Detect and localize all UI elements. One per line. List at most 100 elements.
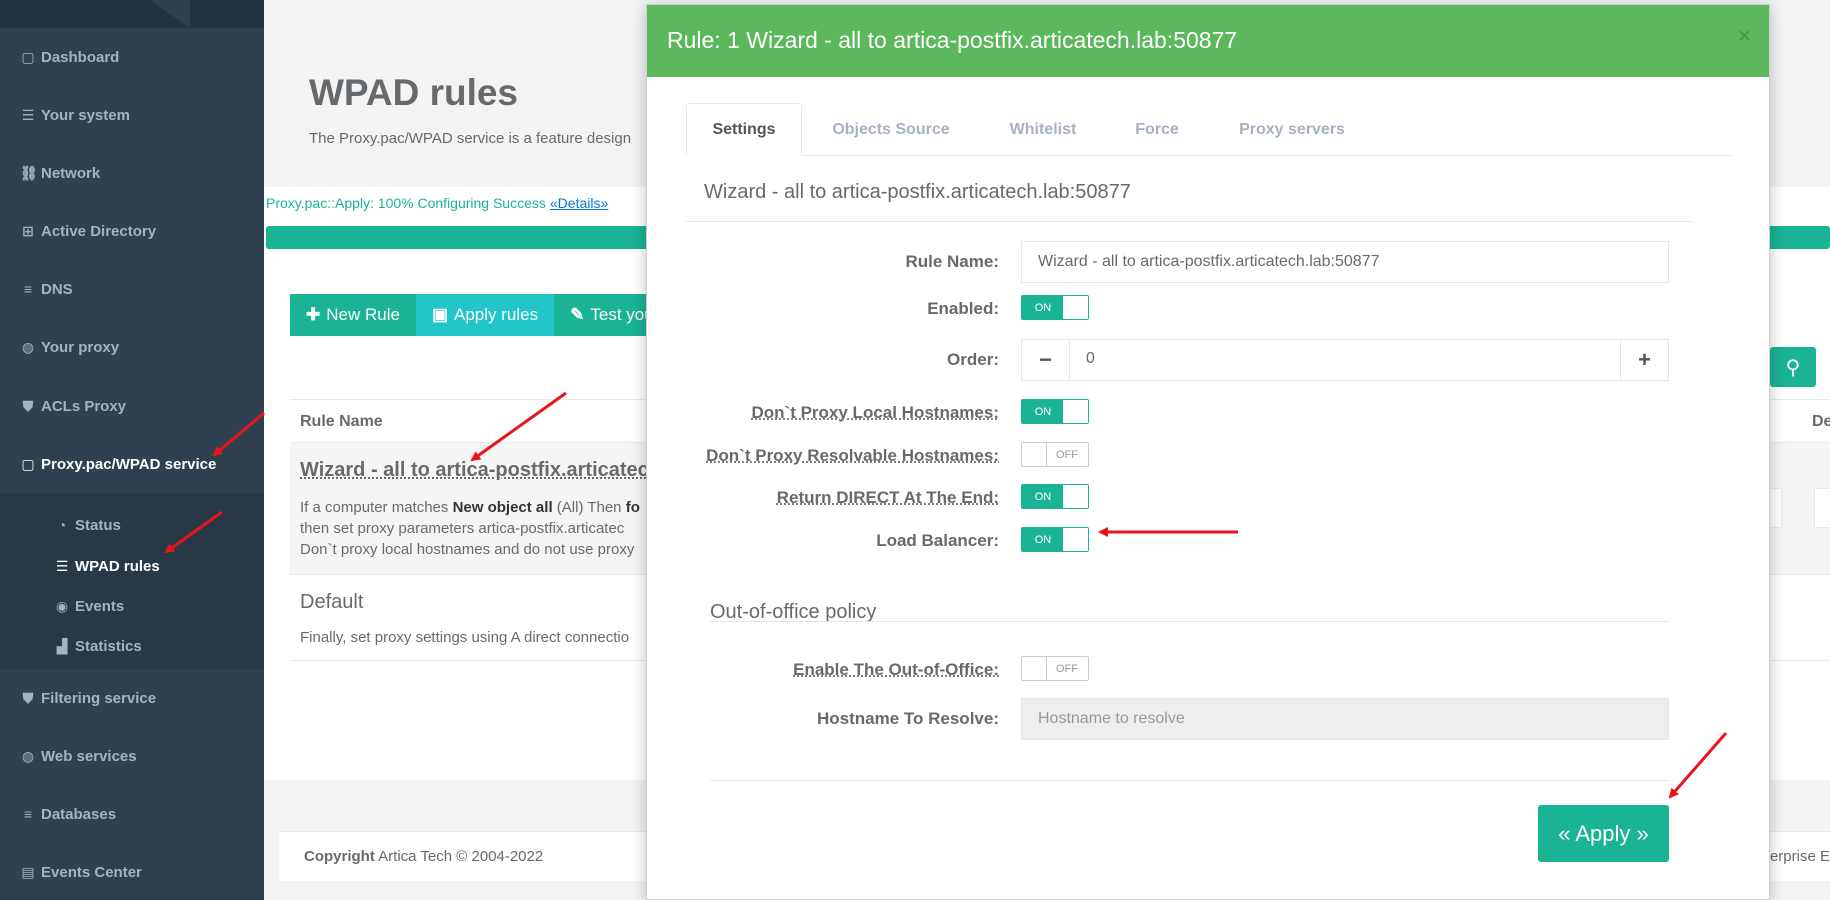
sidebar-item-your-proxy[interactable]: ◍ Your proxy	[0, 318, 264, 376]
book-icon: ▢	[21, 49, 35, 65]
dont-proxy-resolvable-label: Don`t Proxy Resolvable Hostnames:	[706, 446, 999, 465]
sidebar-subitem-status[interactable]: ◔ Status	[54, 513, 121, 537]
save-icon: ▣	[431, 305, 449, 324]
sidebar-subitem-events[interactable]: ◉ Events	[54, 594, 124, 618]
column-right: De	[1812, 413, 1830, 430]
plus-icon[interactable]: +	[1620, 340, 1668, 380]
tab-settings[interactable]: Settings	[686, 103, 802, 156]
rule-description-line: Finally, set proxy settings using A dire…	[300, 629, 630, 646]
apply-button[interactable]: « Apply »	[1538, 805, 1669, 862]
file-icon: ▤	[21, 864, 35, 880]
sidebar-item-label: Databases	[41, 805, 117, 823]
search-button[interactable]: ⚲	[1770, 347, 1816, 387]
sidebar-subnav: ◔ Status ☰ WPAD rules ◉ Events ▟ Statistics	[0, 493, 264, 669]
form-enabled: Enabled: ON	[647, 295, 1769, 322]
return-direct-toggle[interactable]: ON	[1021, 484, 1089, 509]
new-rule-button[interactable]: ✚ New Rule	[290, 294, 416, 336]
rule-name-input[interactable]: Wizard - all to artica-postfix.articatec…	[1021, 241, 1669, 283]
order-input[interactable]: 0	[1086, 350, 1095, 368]
section-title: Wizard - all to artica-postfix.articatec…	[704, 181, 1131, 203]
page-description: The Proxy.pac/WPAD service is a feature …	[309, 130, 632, 147]
shield-icon: ⛊	[22, 398, 34, 414]
close-icon[interactable]: ×	[1738, 23, 1751, 49]
divider	[686, 221, 1694, 222]
modal-header: Rule: 1 Wizard - all to artica-postfix.a…	[647, 5, 1769, 77]
sidebar-item-dns[interactable]: ≡ DNS	[0, 260, 264, 318]
form-return-direct: Return DIRECT At The End: ON	[647, 484, 1769, 511]
dont-proxy-resolvable-toggle[interactable]: OFF	[1021, 442, 1089, 467]
sidebar-item-label: Filtering service	[41, 689, 157, 707]
sidebar-item-label: Your system	[41, 106, 130, 124]
details-link[interactable]: «Details»	[550, 195, 608, 211]
new-rule-label: New Rule	[326, 305, 400, 324]
pencil-icon: ✎	[570, 305, 585, 324]
sidebar-subitem-statistics[interactable]: ▟ Statistics	[54, 634, 142, 658]
test-label: Test you	[590, 305, 654, 324]
sidebar-item-web-services[interactable]: ◍ Web services	[0, 727, 264, 785]
tab-whitelist[interactable]: Whitelist	[980, 103, 1106, 156]
list-icon: ☰	[55, 557, 69, 574]
database-icon: ≡	[23, 281, 33, 297]
divider	[710, 780, 1669, 781]
rule-name-label: Rule Name:	[905, 252, 999, 271]
sidebar-item-label: Dashboard	[41, 48, 120, 66]
form-dont-proxy-resolvable: Don`t Proxy Resolvable Hostnames: OFF	[647, 442, 1769, 469]
modal-title: Rule: 1 Wizard - all to artica-postfix.a…	[667, 27, 1238, 53]
modal-tabs: Settings Objects Source Whitelist Force …	[686, 103, 1732, 156]
tab-proxy-servers[interactable]: Proxy servers	[1208, 103, 1376, 156]
sidebar-item-proxy-pac-wpad[interactable]: ▢ Proxy.pac/WPAD service	[0, 435, 264, 493]
delete-button[interactable]	[1814, 488, 1830, 528]
sidebar-subitem-label: Statistics	[75, 637, 142, 655]
sidebar-item-events-center[interactable]: ▤ Events Center	[0, 843, 264, 900]
dont-proxy-local-toggle[interactable]: ON	[1021, 399, 1089, 424]
divider	[710, 621, 1669, 622]
sidebar: ▢ Dashboard ☰ Your system ⛓ Network ⊞ Active…	[0, 0, 264, 900]
hostname-label: Hostname To Resolve:	[816, 709, 999, 728]
rule-name-link[interactable]: Wizard - all to artica-postfix.articatec…	[300, 459, 661, 482]
book-icon: ▢	[21, 456, 35, 472]
form-load-balancer: Load Balancer: ON	[647, 527, 1769, 554]
form-dont-proxy-local: Don`t Proxy Local Hostnames: ON	[647, 399, 1769, 426]
rule-description-line: then set proxy parameters artica-postfix…	[300, 520, 625, 537]
sidebar-subitem-label: WPAD rules	[75, 557, 160, 575]
load-balancer-toggle[interactable]: ON	[1021, 527, 1089, 552]
form-enable-oof: Enable The Out-of-Office: OFF	[647, 656, 1769, 683]
sidebar-item-active-directory[interactable]: ⊞ Active Directory	[0, 202, 264, 260]
sidebar-subitem-wpad-rules[interactable]: ☰ WPAD rules	[54, 554, 160, 578]
sidebar-item-label: ACLs Proxy	[41, 397, 127, 415]
tab-objects-source[interactable]: Objects Source	[802, 103, 980, 156]
form-order: Order: − 0 +	[647, 339, 1769, 381]
sidebar-item-filtering-service[interactable]: ⛊ Filtering service	[0, 669, 264, 727]
dont-proxy-local-label: Don`t Proxy Local Hostnames:	[751, 403, 1000, 422]
rule-description-line: Don`t proxy local hostnames and do not u…	[300, 541, 635, 558]
chart-icon: ▟	[56, 637, 68, 654]
apply-rules-button[interactable]: ▣ Apply rules	[415, 294, 555, 336]
rule-name: Default	[300, 591, 364, 613]
eye-icon: ◉	[55, 597, 69, 614]
minus-icon[interactable]: −	[1022, 340, 1070, 380]
dashboard-icon: ◔	[57, 517, 67, 533]
enable-oof-label: Enable The Out-of-Office:	[793, 660, 999, 679]
search-icon: ⚲	[1785, 356, 1801, 379]
sidebar-item-label: DNS	[41, 280, 73, 298]
column-rule-name: Rule Name	[300, 413, 383, 430]
enable-oof-toggle[interactable]: OFF	[1021, 656, 1089, 681]
list-icon: ☰	[21, 107, 35, 123]
order-label: Order:	[947, 350, 999, 369]
enabled-toggle[interactable]: ON	[1021, 295, 1089, 320]
sidebar-item-databases[interactable]: ≡ Databases	[0, 785, 264, 843]
sidebar-top-shape	[150, 0, 190, 28]
windows-icon: ⊞	[22, 223, 34, 239]
sidebar-item-acls-proxy[interactable]: ⛊ ACLs Proxy	[0, 377, 264, 435]
database-icon: ≡	[23, 806, 33, 822]
sidebar-item-your-system[interactable]: ☰ Your system	[0, 86, 264, 144]
hostname-input[interactable]: Hostname to resolve	[1021, 698, 1669, 740]
form-rule-name: Rule Name: Wizard - all to artica-postfi…	[647, 241, 1769, 283]
sitemap-icon: ⛓	[20, 165, 38, 181]
load-balancer-label: Load Balancer:	[876, 531, 999, 550]
sidebar-item-label: Active Directory	[41, 222, 157, 240]
sidebar-item-dashboard[interactable]: ▢ Dashboard	[0, 28, 264, 86]
sidebar-item-network[interactable]: ⛓ Network	[0, 144, 264, 202]
shield-icon: ⛊	[22, 690, 34, 706]
tab-force[interactable]: Force	[1106, 103, 1208, 156]
